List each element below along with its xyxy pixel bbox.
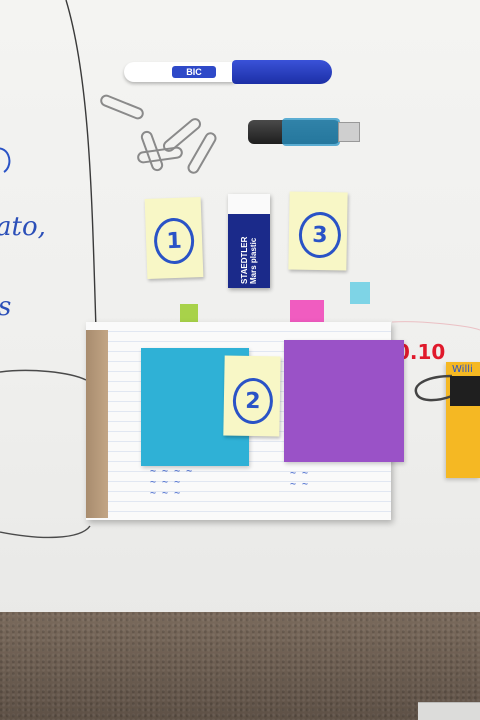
photo-scene: ato, s 0.10 BIC 1 STAEDTLER Mars plastic… <box>0 0 480 720</box>
binder-clip-icon <box>414 374 480 406</box>
